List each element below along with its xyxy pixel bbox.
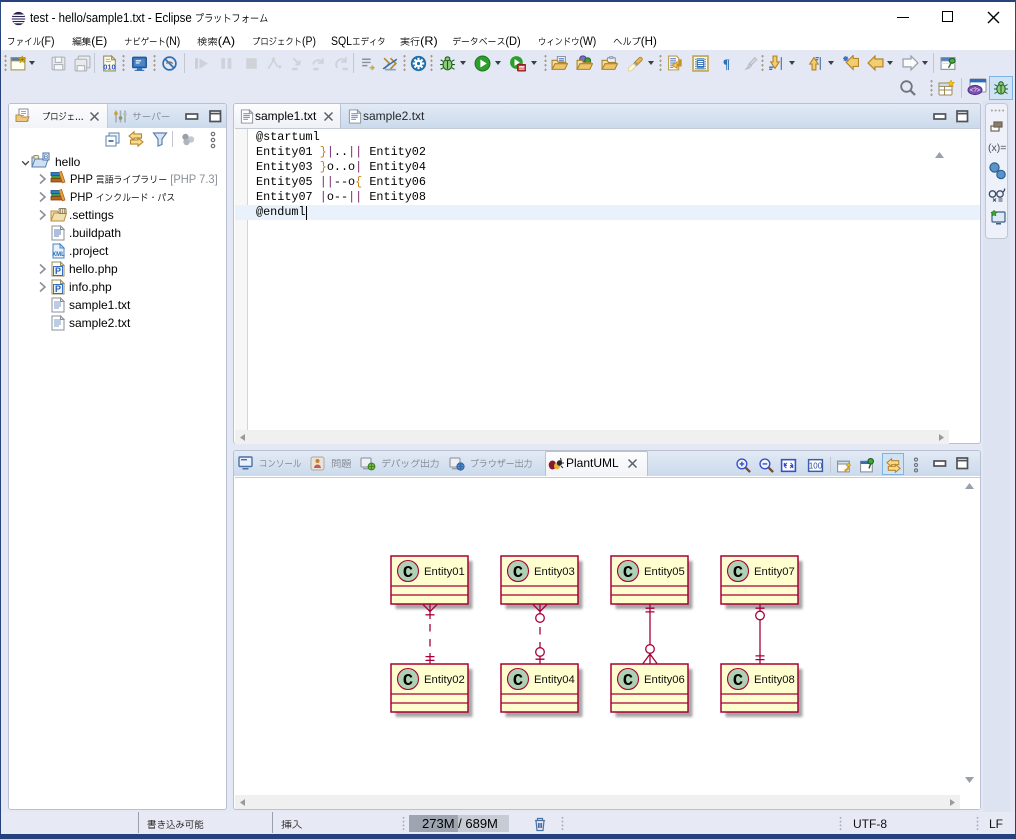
svg-text:(x)=: (x)= <box>988 142 1006 154</box>
svg-text:XML: XML <box>52 252 65 258</box>
svg-text:¶: ¶ <box>723 56 730 71</box>
svg-text:B: B <box>44 154 48 161</box>
svg-text:Entity04: Entity04 <box>534 674 575 686</box>
svg-text:Entity08: Entity08 <box>754 674 795 686</box>
svg-text:100: 100 <box>809 462 823 471</box>
svg-text:Entity01: Entity01 <box>424 566 465 578</box>
svg-text:Entity02: Entity02 <box>424 674 465 686</box>
svg-text:Entity03: Entity03 <box>534 566 575 578</box>
svg-text:<?>: <?> <box>970 88 981 94</box>
svg-text:Entity06: Entity06 <box>644 674 685 686</box>
svg-text:Entity05: Entity05 <box>644 566 685 578</box>
svg-text:010: 010 <box>103 62 115 71</box>
svg-text:Entity07: Entity07 <box>754 566 795 578</box>
